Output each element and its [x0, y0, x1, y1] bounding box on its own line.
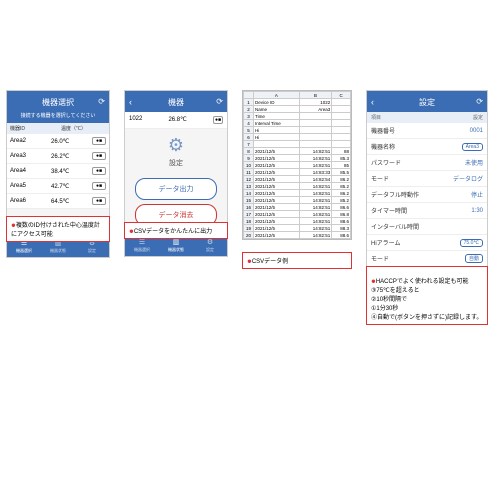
list-item[interactable]: Area438.4℃●■: [7, 164, 109, 179]
device-id: Area4: [10, 168, 51, 174]
settings-row[interactable]: パスワード未使用: [367, 155, 487, 171]
settings-row[interactable]: インターバル時間: [367, 219, 487, 235]
refresh-icon[interactable]: ⟳: [216, 97, 223, 106]
device-temp: 26.0℃: [51, 138, 92, 145]
device-list: Area226.0℃●■Area326.2℃●■Area438.4℃●■Area…: [7, 134, 109, 209]
gear-icon: ⚙: [207, 239, 213, 246]
device-temp: 38.4℃: [51, 168, 92, 175]
battery-icon: ●■: [92, 182, 106, 190]
note-multi-id: ●複数のID付けされた中心温度計にアクセス可能: [6, 216, 110, 242]
device-temp: 64.5℃: [51, 198, 92, 205]
subheader: 項目 設定: [367, 112, 487, 123]
col-device-id: 機器ID: [7, 123, 58, 134]
header-subtitle: 接続する機器を選択してください: [7, 112, 109, 123]
refresh-icon[interactable]: ⟳: [476, 97, 483, 106]
list-icon: ☰: [139, 239, 145, 246]
key: モード: [371, 174, 453, 183]
tab-bar: ☰機器選択 ▥機器状態 ⚙設定: [125, 236, 227, 256]
back-icon[interactable]: ‹: [371, 97, 374, 107]
battery-icon: ●■: [213, 116, 223, 124]
note-csv-easy: ●CSVデータをかんたんに出力: [124, 222, 228, 239]
device-id: 1022: [129, 116, 142, 124]
settings-row[interactable]: Hiアラーム75.0℃: [367, 235, 487, 251]
value: 0001: [470, 128, 483, 134]
tab-device-state[interactable]: ▥機器状態: [41, 240, 75, 254]
settings-row[interactable]: モードデータログ: [367, 171, 487, 187]
settings-row[interactable]: 機器番号0001: [367, 123, 487, 139]
settings-block[interactable]: ⚙ 設定: [125, 129, 227, 174]
battery-icon: ●■: [92, 137, 106, 145]
device-id: Area3: [10, 153, 51, 159]
note-haccp: ●HACCPでよく使われる設定も可能 ③75℃を超えると ②10秒間隔で ①1分…: [366, 266, 488, 325]
key: 機器名称: [371, 142, 462, 151]
list-item[interactable]: Area542.7℃●■: [7, 179, 109, 194]
chip-icon: ▥: [173, 239, 180, 246]
list-item[interactable]: Area226.0℃●■: [7, 134, 109, 149]
settings-label: 設定: [125, 158, 227, 168]
value: データログ: [453, 174, 483, 183]
tab-device-select[interactable]: ☰機器選択: [7, 240, 41, 254]
header: ‹ ⟳ 機器: [125, 91, 227, 112]
battery-icon: ●■: [92, 167, 106, 175]
key: タイマー時間: [371, 206, 471, 215]
value: 停止: [471, 190, 483, 199]
battery-icon: ●■: [92, 197, 106, 205]
settings-row[interactable]: モード自動: [367, 251, 487, 267]
device-summary: 1022 26.8℃ ●■: [125, 112, 227, 129]
sheet-table: ABC1Device ID10222NameArea33Time4Interva…: [243, 91, 351, 239]
device-temp: 26.8℃: [168, 116, 186, 124]
col-value: 設定: [427, 112, 487, 123]
key: データフル時動作: [371, 190, 471, 199]
back-icon[interactable]: ‹: [129, 97, 132, 107]
note-csv-example: ●CSVデータ例: [242, 252, 352, 269]
device-temp: 26.2℃: [51, 153, 92, 160]
header-title: 機器選択: [7, 91, 109, 112]
settings-row[interactable]: タイマー時間1:30: [367, 203, 487, 219]
device-temp: 42.7℃: [51, 183, 92, 190]
refresh-icon[interactable]: ⟳: [98, 97, 105, 106]
list-item[interactable]: Area664.5℃●■: [7, 194, 109, 209]
key: 機器番号: [371, 126, 470, 135]
gear-icon: ⚙: [125, 135, 227, 156]
tab-settings[interactable]: ⚙設定: [75, 240, 109, 254]
tab-device-state[interactable]: ▥機器状態: [159, 239, 193, 253]
key: インターバル時間: [371, 222, 483, 231]
tab-settings[interactable]: ⚙設定: [193, 239, 227, 253]
value-pill[interactable]: 75.0℃: [460, 239, 483, 247]
key: Hiアラーム: [371, 238, 460, 247]
value-pill[interactable]: Area3: [462, 143, 483, 151]
device-id: Area2: [10, 138, 51, 144]
settings-row[interactable]: データフル時動作停止: [367, 187, 487, 203]
list-item[interactable]: Area326.2℃●■: [7, 149, 109, 164]
header-title: 機器: [125, 91, 227, 112]
column-headers: 機器ID 温度（℃）: [7, 123, 109, 134]
key: モード: [371, 254, 465, 263]
col-item: 項目: [367, 112, 427, 123]
key: パスワード: [371, 158, 465, 167]
csv-spreadsheet: ABC1Device ID10222NameArea33Time4Interva…: [242, 90, 352, 240]
value: 未使用: [465, 158, 483, 167]
settings-row[interactable]: 機器名称Area3: [367, 139, 487, 155]
header-title: 設定: [367, 91, 487, 112]
export-button[interactable]: データ出力: [135, 178, 217, 200]
header: ⟳ 機器選択 接続する機器を選択してください: [7, 91, 109, 123]
tab-device-select[interactable]: ☰機器選択: [125, 239, 159, 253]
header: ‹ ⟳ 設定: [367, 91, 487, 112]
col-temp: 温度（℃）: [58, 123, 109, 134]
value-pill[interactable]: 自動: [465, 254, 483, 263]
device-id: Area5: [10, 183, 51, 189]
device-id: Area6: [10, 198, 51, 204]
battery-icon: ●■: [92, 152, 106, 160]
value: 1:30: [471, 208, 483, 214]
